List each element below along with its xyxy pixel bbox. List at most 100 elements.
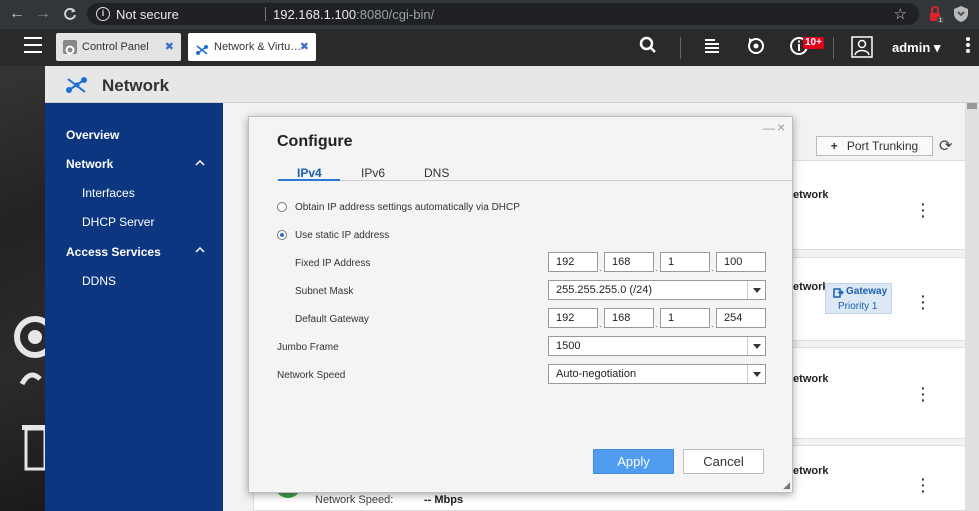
network-speed-label: Network Speed: xyxy=(315,494,394,506)
desktop-background xyxy=(0,29,56,511)
interface-name: letwork xyxy=(790,373,829,385)
fixed-ip-octet-2[interactable]: 168 xyxy=(604,252,654,272)
security-status: Not secure xyxy=(116,7,179,22)
sidebar-item-overview[interactable]: Overview xyxy=(66,128,119,142)
back-icon[interactable]: ← xyxy=(7,4,27,24)
network-speed-select[interactable]: Auto-negotiation xyxy=(548,364,766,384)
url-text[interactable]: 192.168.1.100:8080/cgi-bin/ xyxy=(273,7,434,22)
tab-dns[interactable]: DNS xyxy=(424,166,449,180)
sidebar-item-access-services[interactable]: Access Services xyxy=(66,245,161,259)
gateway-priority: Priority 1 xyxy=(838,301,878,312)
more-vertical-icon[interactable] xyxy=(957,36,979,58)
more-vertical-icon[interactable]: · · · xyxy=(921,289,927,315)
network-speed-label: Network Speed xyxy=(277,370,346,381)
extension-lock-icon[interactable]: 1 xyxy=(927,5,945,23)
gateway-octet-2[interactable]: 168 xyxy=(604,308,654,328)
jumbo-frame-label: Jumbo Frame xyxy=(277,342,339,353)
sidebar: Overview Network Interfaces DHCP Server … xyxy=(45,103,223,511)
dhcp-option-label[interactable]: Obtain IP address settings automatically… xyxy=(295,202,520,213)
control-panel-icon xyxy=(63,40,77,55)
browser-toolbar: ← → i Not secure 192.168.1.100:8080/cgi-… xyxy=(0,0,979,29)
network-icon xyxy=(195,40,209,55)
fixed-ip-octet-3[interactable]: 1 xyxy=(660,252,710,272)
search-icon[interactable] xyxy=(637,36,659,58)
user-menu[interactable]: admin ▾ xyxy=(892,40,940,56)
minimize-icon[interactable]: — xyxy=(763,121,775,135)
static-ip-option-label[interactable]: Use static IP address xyxy=(295,230,389,241)
gateway-octet-4[interactable]: 254 xyxy=(716,308,766,328)
plus-icon: + xyxy=(830,139,838,153)
info-icon[interactable]: i xyxy=(96,7,110,21)
interface-name: letwork xyxy=(790,281,829,293)
sidebar-item-network[interactable]: Network xyxy=(66,157,113,171)
subnet-mask-value: 255.255.255.0 (/24) xyxy=(556,284,653,296)
interface-name: letwork xyxy=(790,189,829,201)
chevron-down-icon[interactable] xyxy=(747,337,765,355)
chevron-down-icon[interactable] xyxy=(747,281,765,299)
resize-grip-icon[interactable]: ◢ xyxy=(783,480,790,491)
reload-icon[interactable] xyxy=(60,4,80,24)
gateway-icon xyxy=(833,288,844,298)
close-icon[interactable]: ✖ xyxy=(300,33,309,61)
extension-shield-icon[interactable] xyxy=(952,5,970,23)
chevron-up-icon[interactable] xyxy=(195,158,205,168)
omnibox-divider xyxy=(265,7,266,21)
close-icon[interactable]: ✖ xyxy=(165,33,174,61)
toolbar-divider xyxy=(680,37,681,59)
sidebar-item-ddns[interactable]: DDNS xyxy=(82,274,116,288)
bookmark-star-icon[interactable]: ☆ xyxy=(894,5,907,23)
more-vertical-icon[interactable]: · · · xyxy=(921,472,927,498)
url-host: 192.168.1.100 xyxy=(273,7,357,22)
subnet-mask-label: Subnet Mask xyxy=(295,286,354,297)
chevron-up-icon[interactable] xyxy=(195,245,205,255)
port-trunking-label: Port Trunking xyxy=(846,139,919,153)
sidebar-item-interfaces[interactable]: Interfaces xyxy=(82,186,135,200)
dialog-tabs: IPv4 IPv6 DNS xyxy=(277,163,794,181)
desktop-widget-icons xyxy=(14,316,56,471)
network-speed-value: -- Mbps xyxy=(424,494,464,506)
tab-network[interactable]: Network & Virtu… ✖ xyxy=(188,33,316,61)
static-ip-radio[interactable] xyxy=(277,230,287,240)
sidebar-item-dhcp-server[interactable]: DHCP Server xyxy=(82,215,154,229)
forward-icon[interactable]: → xyxy=(33,4,53,24)
chevron-down-icon[interactable] xyxy=(747,365,765,383)
interface-name: letwork xyxy=(790,465,829,477)
page-title: Network xyxy=(102,76,170,95)
tab-control-panel[interactable]: Control Panel ✖ xyxy=(56,33,181,61)
cancel-button[interactable]: Cancel xyxy=(683,449,764,474)
jumbo-frame-select[interactable]: 1500 xyxy=(548,336,766,356)
subnet-mask-select[interactable]: 255.255.255.0 (/24) xyxy=(548,280,766,300)
qts-topbar: Control Panel ✖ Network & Virtu… ✖ xyxy=(0,29,979,66)
more-vertical-icon[interactable]: · · · xyxy=(921,381,927,407)
apply-button[interactable]: Apply xyxy=(593,449,674,474)
notification-badge: 10+ xyxy=(803,37,824,49)
gateway-octet-1[interactable]: 192 xyxy=(548,308,598,328)
dhcp-radio[interactable] xyxy=(277,202,287,212)
more-vertical-icon[interactable]: · · · xyxy=(921,197,927,223)
default-gateway-label: Default Gateway xyxy=(295,314,369,325)
active-tab-indicator xyxy=(278,179,340,181)
scrollbar[interactable] xyxy=(965,103,979,511)
network-title-bar: Network xyxy=(45,66,979,103)
user-icon[interactable] xyxy=(851,36,873,58)
gateway-label: Gateway xyxy=(846,286,888,297)
dialog-title: Configure xyxy=(277,133,353,150)
address-bar[interactable]: i Not secure 192.168.1.100:8080/cgi-bin/… xyxy=(87,3,919,25)
port-trunking-button[interactable]: + Port Trunking xyxy=(816,136,933,156)
refresh-icon[interactable]: ⟳ xyxy=(939,136,952,156)
close-icon[interactable]: × xyxy=(777,119,785,135)
fixed-ip-label: Fixed IP Address xyxy=(295,258,371,269)
fixed-ip-octet-1[interactable]: 192 xyxy=(548,252,598,272)
stack-icon[interactable] xyxy=(701,36,723,58)
menu-icon[interactable] xyxy=(24,37,42,55)
gateway-input-group: 192 . 168 . 1 . 254 xyxy=(548,308,766,330)
tab-ipv4[interactable]: IPv4 xyxy=(297,166,322,180)
url-path: :8080/cgi-bin/ xyxy=(356,7,435,22)
jumbo-frame-value: 1500 xyxy=(556,340,581,352)
fixed-ip-octet-4[interactable]: 100 xyxy=(716,252,766,272)
network-speed-value: Auto-negotiation xyxy=(556,368,637,380)
tab-ipv6[interactable]: IPv6 xyxy=(361,166,385,180)
tab-label: Network & Virtu… xyxy=(214,41,302,53)
sync-icon[interactable] xyxy=(745,36,767,58)
gateway-octet-3[interactable]: 1 xyxy=(660,308,710,328)
